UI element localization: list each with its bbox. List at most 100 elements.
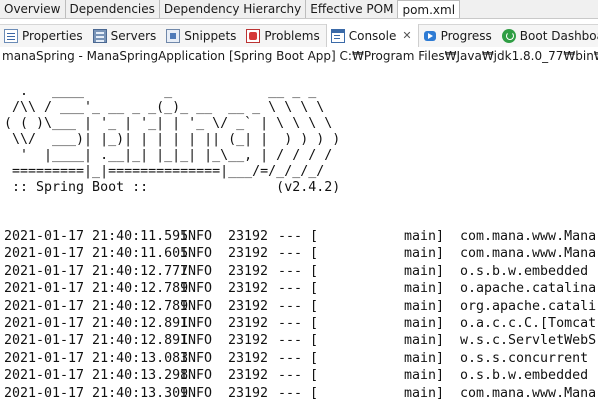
log-line: 2021-01-17 21:40:13.309INFO 23192 --- [main… — [4, 385, 598, 402]
log-logger: o.s.b.w.embedded — [460, 368, 589, 384]
log-lines: 2021-01-17 21:40:11.595 INFO 23192 --- [ main… — [4, 228, 598, 402]
log-level: INFO — [180, 263, 213, 279]
view-tab-bar: Properties Servers Snippets Problems Con… — [0, 23, 598, 48]
log-pid: 23192 — [228, 246, 269, 262]
log-thread-bracket: [ — [310, 350, 319, 366]
log-level: INFO — [180, 333, 213, 349]
servers-icon — [92, 29, 107, 43]
boot-dashboard-icon — [501, 29, 516, 43]
log-thread: main] — [404, 298, 445, 314]
log-pid: 23192 — [228, 229, 269, 244]
log-thread: main] — [404, 281, 445, 297]
log-thread: main] — [404, 333, 445, 349]
log-separator: --- — [278, 281, 303, 297]
log-separator: --- — [278, 246, 303, 262]
log-thread-bracket: [ — [310, 229, 319, 244]
log-separator: --- — [278, 298, 303, 314]
properties-icon — [4, 29, 18, 43]
pom-editor-tab-bar: Overview Dependencies Dependency Hierarc… — [0, 0, 598, 19]
log-timestamp: 2021-01-17 21:40:13.083 — [4, 350, 189, 366]
console-launch-title: manaSpring - ManaSpringApplication [Spri… — [0, 47, 598, 65]
log-logger: o.s.s.concurrent — [460, 350, 589, 366]
tab-problems[interactable]: Problems — [242, 25, 325, 47]
log-separator: --- — [278, 350, 303, 366]
tab-problems-label: Problems — [264, 29, 320, 43]
log-logger: w.s.c.ServletWebS — [460, 333, 597, 349]
console-output[interactable]: . ____ _ __ _ _ /\\ / ___'_ __ _ _(_)_ _… — [0, 66, 598, 418]
log-line: 2021-01-17 21:40:12.891INFO 23192 --- [ main… — [4, 315, 598, 332]
log-thread: main] — [404, 350, 445, 366]
log-timestamp: 2021-01-17 21:40:12.789 — [4, 281, 189, 297]
log-pid: 23192 — [228, 298, 269, 314]
log-logger: o.apache.catalina — [460, 281, 597, 297]
tab-dependencies[interactable]: Dependencies — [65, 0, 160, 18]
tab-effective-pom[interactable]: Effective POM — [306, 0, 399, 18]
log-thread: main] — [404, 263, 445, 279]
log-thread-bracket: [ — [310, 315, 319, 331]
tab-boot-dashboard[interactable]: Boot Dashboard — [498, 25, 598, 47]
tab-servers-label: Servers — [110, 29, 157, 43]
progress-icon — [423, 29, 437, 43]
log-pid: 23192 — [228, 315, 269, 331]
tab-properties[interactable]: Properties — [0, 25, 89, 47]
log-line: 2021-01-17 21:40:11.595INFO 23192 --- [main… — [4, 228, 598, 245]
log-line: 2021-01-17 21:40:12.891INFO 23192 --- [ main… — [4, 332, 598, 349]
log-level: INFO — [180, 350, 213, 366]
log-line: 2021-01-17 21:40:13.298INFO 23192 --- [ main… — [4, 367, 598, 384]
log-timestamp: 2021-01-17 21:40:11.595 — [4, 229, 189, 244]
log-line: 2021-01-17 21:40:13.083INFO 23192 --- [main… — [4, 350, 598, 367]
log-separator: --- — [278, 315, 303, 331]
snippets-icon — [166, 29, 181, 43]
log-logger: o.s.b.w.embedded — [460, 263, 589, 279]
log-separator: --- — [278, 229, 303, 244]
log-level: INFO — [180, 368, 213, 384]
tab-console[interactable]: Console ✕ — [325, 23, 419, 48]
log-pid: 23192 — [228, 281, 269, 297]
spring-boot-banner: . ____ _ __ _ _ /\\ / ___'_ __ _ _(_)_ _… — [4, 84, 341, 195]
problems-icon — [246, 29, 261, 43]
log-line: 2021-01-17 21:40:12.789INFO 23192 --- [main… — [4, 298, 598, 315]
log-thread: main] — [404, 229, 445, 244]
close-icon[interactable]: ✕ — [402, 29, 411, 42]
log-timestamp: 2021-01-17 21:40:12.789 — [4, 298, 189, 314]
log-thread-bracket: [ — [310, 333, 319, 349]
tab-servers[interactable]: Servers — [89, 25, 163, 47]
log-timestamp: 2021-01-17 21:40:12.777 — [4, 263, 189, 279]
log-separator: --- — [278, 385, 303, 401]
log-thread: main] — [404, 385, 445, 401]
log-separator: --- — [278, 333, 303, 349]
tab-dependency-hierarchy[interactable]: Dependency Hierarchy — [159, 0, 307, 18]
log-level: INFO — [180, 281, 213, 297]
log-level: INFO — [180, 298, 213, 314]
tab-progress[interactable]: Progress — [419, 25, 498, 47]
log-thread: main] — [404, 315, 445, 331]
log-pid: 23192 — [228, 385, 269, 401]
log-pid: 23192 — [228, 263, 269, 279]
log-level: INFO — [180, 315, 213, 331]
log-pid: 23192 — [228, 368, 269, 384]
tab-pom-xml[interactable]: pom.xml — [398, 0, 461, 18]
log-logger: o.a.c.c.C.[Tomcat — [460, 315, 597, 331]
log-line: 2021-01-17 21:40:12.789INFO 23192 --- [main… — [4, 280, 598, 297]
log-level: INFO — [180, 246, 213, 262]
log-timestamp: 2021-01-17 21:40:12.891 — [4, 333, 189, 349]
log-separator: --- — [278, 263, 303, 279]
log-logger: com.mana.www.Mana — [460, 229, 597, 244]
log-pid: 23192 — [228, 333, 269, 349]
tab-snippets[interactable]: Snippets — [162, 25, 242, 47]
log-thread: main] — [404, 368, 445, 384]
tab-boot-dashboard-label: Boot Dashboard — [519, 29, 598, 43]
tab-snippets-label: Snippets — [184, 29, 237, 43]
log-separator: --- — [278, 368, 303, 384]
log-line: 2021-01-17 21:40:11.605INFO 23192 --- [main… — [4, 245, 598, 262]
log-thread-bracket: [ — [310, 263, 319, 279]
log-timestamp: 2021-01-17 21:40:12.891 — [4, 315, 189, 331]
tab-overview[interactable]: Overview — [0, 0, 66, 18]
tab-properties-label: Properties — [22, 29, 83, 43]
log-thread: main] — [404, 246, 445, 262]
log-timestamp: 2021-01-17 21:40:13.298 — [4, 368, 189, 384]
log-line: 2021-01-17 21:40:12.777INFO 23192 --- [ main… — [4, 263, 598, 280]
log-timestamp: 2021-01-17 21:40:13.309 — [4, 385, 189, 401]
tab-progress-label: Progress — [440, 29, 492, 43]
log-thread-bracket: [ — [310, 368, 319, 384]
